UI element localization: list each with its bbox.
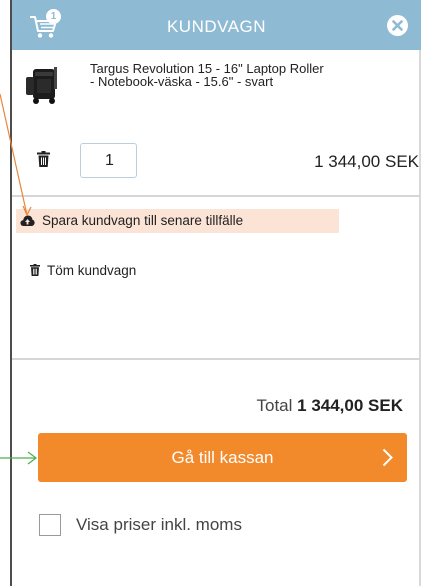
total-value: 1 344,00 SEK [297, 396, 403, 415]
trash-icon[interactable] [37, 151, 50, 167]
cart-total: Total 1 344,00 SEK [256, 396, 403, 416]
empty-cart-link[interactable]: Töm kundvagn [30, 262, 136, 280]
cart-item: Targus Revolution 15 - 16" Laptop Roller… [12, 50, 421, 195]
save-cart-link[interactable]: Spara kundvagn till senare tillfälle [16, 209, 339, 233]
divider [12, 195, 421, 197]
annotation-strip [0, 0, 10, 586]
cloud-upload-icon [20, 215, 35, 226]
close-icon [392, 20, 403, 31]
product-image[interactable] [24, 63, 64, 107]
close-button[interactable] [387, 15, 408, 36]
chevron-right-icon [382, 448, 393, 467]
divider [12, 358, 421, 360]
trash-icon [30, 264, 40, 276]
vat-label: Visa priser inkl. moms [76, 515, 242, 534]
cart-title: KUNDVAGN [166, 17, 267, 36]
total-label: Total [256, 396, 293, 415]
stage: 1 KUNDVAGN Targus Revolution 15 - 16" La… [0, 0, 423, 586]
empty-cart-label: Töm kundvagn [47, 263, 137, 278]
checkout-button[interactable]: Gå till kassan [38, 433, 407, 482]
save-cart-label: Spara kundvagn till senare tillfälle [42, 213, 244, 228]
cart-header: 1 KUNDVAGN [12, 0, 421, 50]
cart-panel: 1 KUNDVAGN Targus Revolution 15 - 16" La… [10, 0, 421, 586]
item-price: 1 344,00 SEK [314, 152, 419, 171]
quantity-input[interactable]: 1 [80, 143, 137, 178]
product-name[interactable]: Targus Revolution 15 - 16" Laptop Roller… [90, 62, 325, 88]
vat-checkbox[interactable] [39, 514, 61, 536]
checkout-label: Gå till kassan [171, 448, 274, 467]
